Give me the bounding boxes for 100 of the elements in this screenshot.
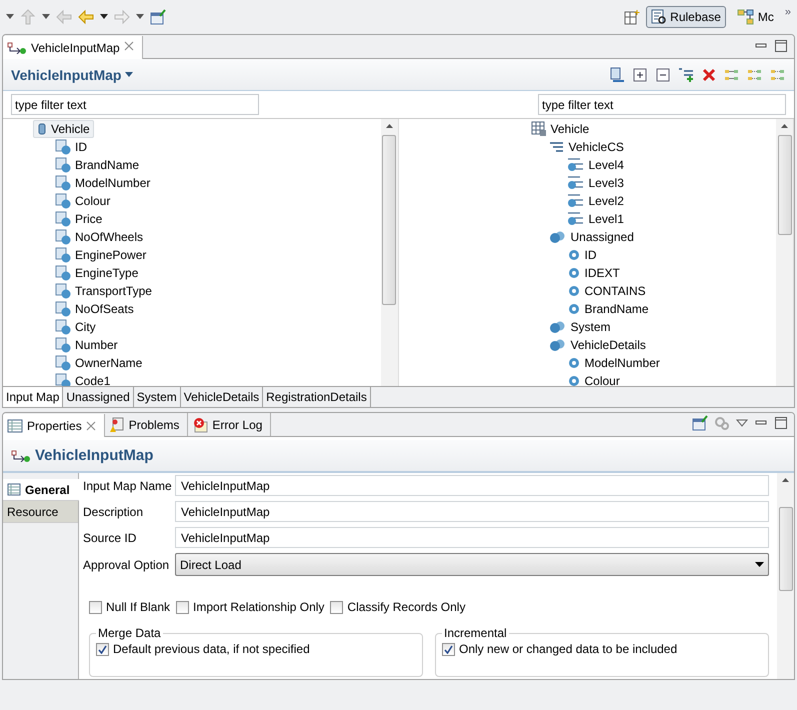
close-icon[interactable] <box>86 420 96 430</box>
dropdown-arrow-icon[interactable] <box>100 14 108 20</box>
mapping-icon <box>7 42 27 54</box>
attribute-icon <box>55 319 71 335</box>
tree-item[interactable]: VehicleCS <box>544 138 628 156</box>
perspective-button[interactable]: Mc <box>732 6 779 28</box>
field-label: Input Map Name <box>83 478 173 492</box>
view-tab[interactable]: Properties <box>3 414 105 437</box>
tree-item[interactable]: Level2 <box>562 192 628 210</box>
table-icon <box>7 483 21 496</box>
tree-item[interactable]: EngineType <box>51 264 142 282</box>
scrollbar[interactable] <box>776 119 793 386</box>
pin-window-icon[interactable] <box>692 415 708 431</box>
tree-item[interactable]: Colour <box>51 192 114 210</box>
editor-tab[interactable]: VehicleInputMap <box>3 36 143 59</box>
checkbox[interactable] <box>96 642 109 656</box>
tree-item[interactable]: ModelNumber <box>51 174 154 192</box>
cylinder-icon <box>37 123 47 135</box>
maximize-icon[interactable] <box>774 416 788 430</box>
tree-item[interactable]: Vehicle <box>33 120 94 138</box>
dropdown-arrow-icon[interactable] <box>6 14 14 20</box>
tree-item[interactable]: System <box>544 318 615 336</box>
checkbox-label[interactable]: Only new or changed data to be included <box>442 642 762 656</box>
table-icon <box>530 121 546 137</box>
tree-item[interactable]: ID <box>51 138 91 156</box>
checkbox-label[interactable]: Null If Blank <box>89 600 170 614</box>
level-icon <box>566 193 584 209</box>
maximize-icon[interactable] <box>774 39 788 53</box>
tree-item[interactable]: Colour <box>562 372 624 386</box>
filter-field[interactable]: type filter text <box>538 94 786 115</box>
dropdown-arrow-icon[interactable] <box>42 14 50 20</box>
attribute-icon <box>55 355 71 371</box>
tree-item[interactable]: Vehicle <box>526 120 594 138</box>
attribute-icon <box>566 302 580 316</box>
checkbox[interactable] <box>89 600 102 614</box>
filter-field[interactable]: type filter text <box>11 94 259 115</box>
caret-icon <box>755 562 764 567</box>
close-icon[interactable] <box>124 41 134 51</box>
tree-item[interactable]: NoOfWheels <box>51 228 148 246</box>
tree-item[interactable]: IDEXT <box>562 264 624 282</box>
checkbox-label[interactable]: Default previous data, if not specified <box>96 642 416 656</box>
tree-item[interactable]: BrandName <box>562 300 653 318</box>
attribute-icon <box>55 193 71 209</box>
properties-title: VehicleInputMap <box>11 447 154 464</box>
checkbox[interactable] <box>442 642 455 656</box>
text-field[interactable]: VehicleInputMap <box>175 501 769 522</box>
checkbox[interactable] <box>330 600 344 614</box>
error-log-icon <box>192 416 208 432</box>
attribute-icon <box>55 337 71 353</box>
checkmark-icon <box>98 644 107 654</box>
field-label: Approval Option <box>83 558 170 572</box>
text-field[interactable]: VehicleInputMap <box>175 527 769 548</box>
sheet-tab[interactable]: Input Map <box>3 387 64 407</box>
scrollbar[interactable] <box>380 119 398 386</box>
model-icon <box>736 8 755 26</box>
tree-item[interactable]: Unassigned <box>544 228 638 246</box>
side-tab[interactable]: Resource <box>3 501 78 523</box>
tree-item[interactable]: City <box>51 318 100 336</box>
dropdown-arrow-icon[interactable] <box>136 14 144 20</box>
tree-item[interactable]: VehicleDetails <box>544 336 650 354</box>
tree-item[interactable]: Number <box>51 336 122 354</box>
attribute-icon <box>55 229 71 245</box>
expand-all-icon[interactable] <box>632 66 648 82</box>
checkbox-label[interactable]: Classify Records Only <box>330 600 466 614</box>
tree-item[interactable]: ModelNumber <box>562 354 664 372</box>
tree-item[interactable]: TransportType <box>51 282 156 300</box>
new-perspective-icon[interactable] <box>624 9 640 25</box>
checkbox[interactable] <box>176 600 190 614</box>
tree-item[interactable]: Price <box>51 210 106 228</box>
more-perspectives[interactable]: » <box>784 6 791 18</box>
attribute-icon <box>55 283 71 299</box>
tree-item[interactable]: EnginePower <box>51 246 150 264</box>
tree-item[interactable]: CONTAINS <box>562 282 650 300</box>
add-item-icon[interactable] <box>678 66 694 82</box>
tree-item[interactable]: Level3 <box>562 174 628 192</box>
attribute-icon <box>55 247 71 263</box>
scrollbar[interactable] <box>777 473 794 679</box>
tree-item[interactable]: OwnerName <box>51 354 146 372</box>
tree-item[interactable]: ID <box>562 246 600 264</box>
editor-title[interactable]: VehicleInputMap <box>11 66 134 82</box>
document-link-icon[interactable] <box>609 66 625 82</box>
tree-item[interactable]: Level4 <box>562 156 628 174</box>
tree-item[interactable]: Level1 <box>562 210 628 228</box>
tree-item[interactable]: BrandName <box>51 156 144 174</box>
checkbox-label[interactable]: Import Relationship Only <box>176 600 324 614</box>
attribute-icon <box>55 175 71 191</box>
attribute-group-icon <box>548 320 566 334</box>
sheet-tab[interactable]: VehicleDetails <box>180 387 264 407</box>
level-icon <box>566 211 584 227</box>
pin-window-icon[interactable] <box>150 9 166 25</box>
delete-icon[interactable] <box>701 66 717 82</box>
text-field[interactable]: VehicleInputMap <box>175 475 769 496</box>
attribute-icon <box>55 211 71 227</box>
tree-item[interactable]: NoOfSeats <box>51 300 138 318</box>
side-tab[interactable]: General <box>3 479 79 501</box>
collapse-all-icon[interactable] <box>655 66 671 82</box>
approval-dropdown[interactable]: Direct Load <box>175 553 769 576</box>
perspective-button[interactable]: Rulebase <box>646 6 726 28</box>
view-menu-icon[interactable] <box>736 419 748 427</box>
attribute-icon <box>55 301 71 317</box>
